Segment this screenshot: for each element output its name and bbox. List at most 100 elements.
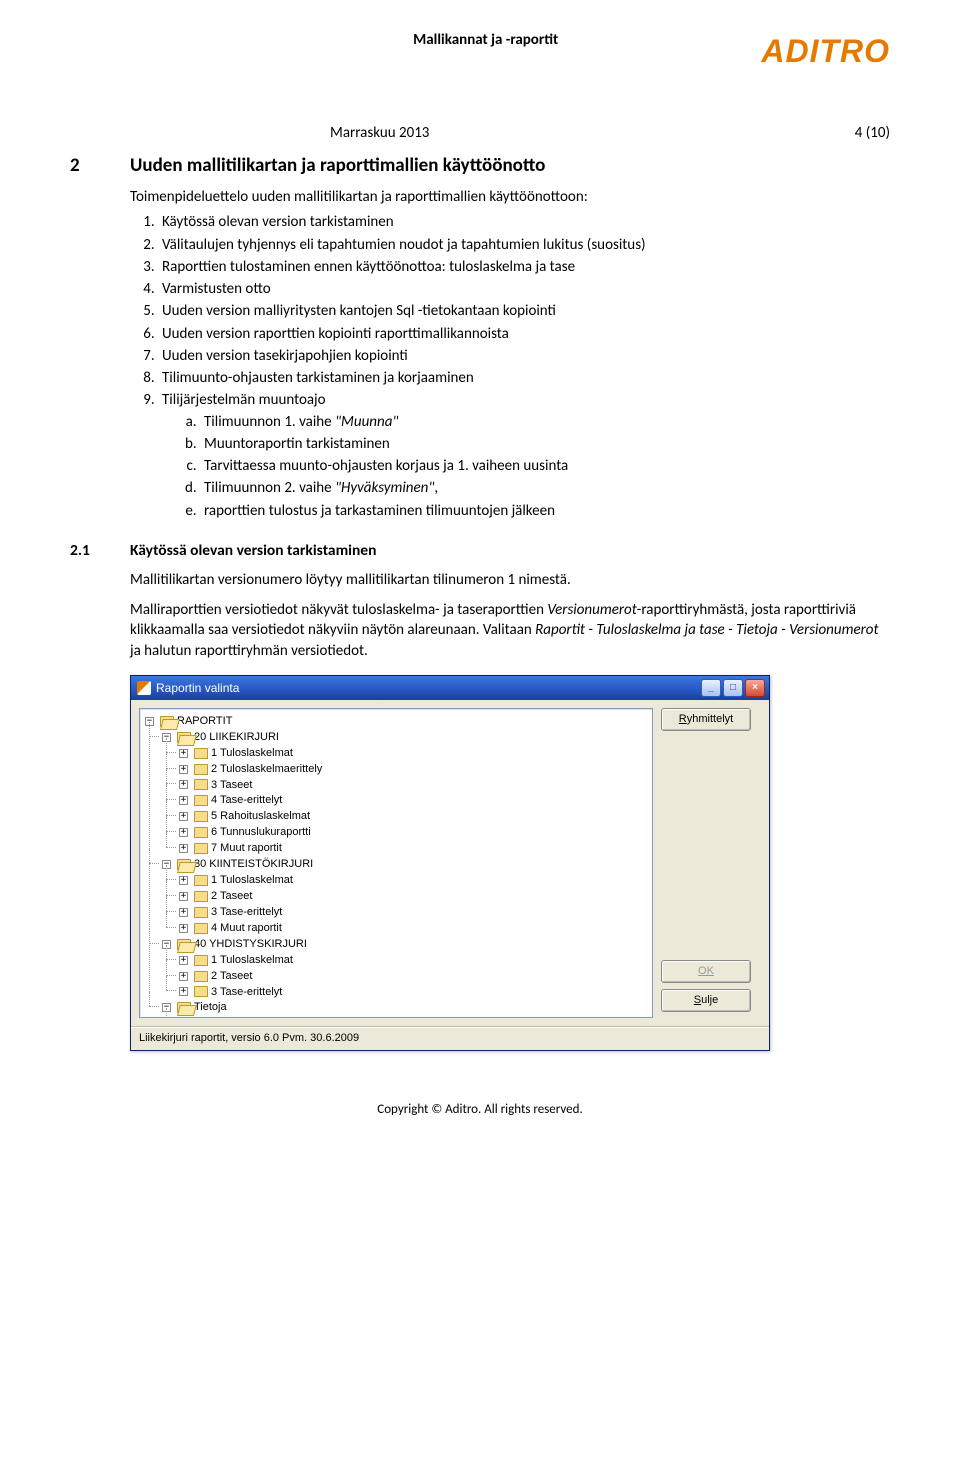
close-button[interactable]: × xyxy=(745,679,765,697)
list-item: Tilimuunto-ohjausten tarkistaminen ja ko… xyxy=(158,367,890,389)
tree-node[interactable]: +7 Muut raportit xyxy=(178,841,284,856)
dialog-statusbar: Liikekirjuri raportit, versio 6.0 Pvm. 3… xyxy=(131,1026,769,1050)
list-item: Varmistusten otto xyxy=(158,278,890,300)
tree-node[interactable]: +2 Taseet xyxy=(178,969,254,984)
tree-node[interactable]: +2 Taseet xyxy=(178,889,254,904)
folder-icon xyxy=(194,907,208,918)
aditro-logo: ADITRO xyxy=(761,30,890,73)
list-item: Tilimuunnon 2. vaihe "Hyväksyminen", xyxy=(200,477,890,499)
maximize-button[interactable]: □ xyxy=(723,679,743,697)
date-page-line: Marraskuu 2013 4 (10) xyxy=(330,123,890,143)
list-item: Tilijärjestelmän muuntoajo Tilimuunnon 1… xyxy=(158,389,890,523)
tree-label: 30 KIINTEISTÖKIRJURI xyxy=(194,857,313,872)
plus-icon[interactable]: + xyxy=(179,956,188,965)
tree-node[interactable]: +4 Tase-erittelyt xyxy=(178,793,284,808)
tree-node[interactable]: +2 Tuloslaskelmaerittely xyxy=(178,762,324,777)
folder-icon xyxy=(194,827,208,838)
folder-icon xyxy=(194,811,208,822)
report-tree: −RAPORTIT −20 LIIKEKIRJURI +1 Tuloslaske… xyxy=(142,713,650,1018)
page-header: Mallikannat ja -raportit ADITRO xyxy=(70,30,890,73)
tree-node[interactable]: +6 Tunnuslukuraportti xyxy=(178,825,313,840)
tree-node[interactable]: +4 Muut raportit xyxy=(178,921,284,936)
tree-node[interactable]: +3 Tase-erittelyt xyxy=(178,905,284,920)
folder-icon xyxy=(194,795,208,806)
tree-label: 4 Tase-erittelyt xyxy=(211,793,282,808)
dialog-title: Raportin valinta xyxy=(156,680,239,696)
tree-label: 3 Tase-erittelyt xyxy=(211,905,282,920)
tree-label: 1 Tuloslaskelmat xyxy=(211,873,293,888)
tree-node[interactable]: +1 Tuloslaskelmat xyxy=(178,953,295,968)
plus-icon[interactable]: + xyxy=(179,749,188,758)
app-icon xyxy=(137,681,151,695)
tree-label: 5 Rahoituslaskelmat xyxy=(211,809,310,824)
folder-icon xyxy=(194,955,208,966)
folder-icon xyxy=(194,923,208,934)
folder-icon xyxy=(194,748,208,759)
folder-open-icon xyxy=(177,859,191,870)
tree-label: 3 Tase-erittelyt xyxy=(211,985,282,1000)
ryhmittelyt-button[interactable]: Ryhmittelyt xyxy=(661,708,751,731)
list-item: Raporttien tulostaminen ennen käyttöönot… xyxy=(158,256,890,278)
report-tree-panel[interactable]: −RAPORTIT −20 LIIKEKIRJURI +1 Tuloslaske… xyxy=(139,708,653,1018)
list-item: Muuntoraportin tarkistaminen xyxy=(200,433,890,455)
folder-icon xyxy=(194,891,208,902)
list-item: Välitaulujen tyhjennys eli tapahtumien n… xyxy=(158,234,890,256)
sulje-button[interactable]: Sulje xyxy=(661,989,751,1012)
document-title: Mallikannat ja -raportit xyxy=(70,30,761,50)
tree-node-tietoja[interactable]: −Tietoja xyxy=(161,1000,229,1015)
section-2-1-number: 2.1 xyxy=(70,541,130,570)
folder-icon xyxy=(194,875,208,886)
plus-icon[interactable]: + xyxy=(179,972,188,981)
tree-label: 2 Taseet xyxy=(211,889,252,904)
plus-icon[interactable]: + xyxy=(179,780,188,789)
tree-label: 20 LIIKEKIRJURI xyxy=(194,730,279,745)
section-2-title: Uuden mallitilikartan ja raporttimallien… xyxy=(130,153,545,179)
section-2-1-p2: Malliraporttien versiotiedot näkyvät tul… xyxy=(130,600,890,661)
tree-node[interactable]: +1 Tuloslaskelmat xyxy=(178,746,295,761)
plus-icon[interactable]: + xyxy=(179,812,188,821)
tree-node[interactable]: +3 Taseet xyxy=(178,778,254,793)
list-item: Tarvittaessa muunto-ohjausten korjaus ja… xyxy=(200,455,890,477)
report-selection-dialog: Raportin valinta _ □ × −RAPORTIT xyxy=(130,675,770,1051)
plus-icon[interactable]: + xyxy=(179,987,188,996)
tree-node[interactable]: +5 Rahoituslaskelmat xyxy=(178,809,312,824)
folder-open-icon xyxy=(177,1002,191,1013)
tree-node-versionumerot[interactable]: −Versionumerot xyxy=(178,1016,284,1017)
procedure-list: Käytössä olevan version tarkistaminen Vä… xyxy=(158,211,890,523)
list-item: raporttien tulostus ja tarkastaminen til… xyxy=(200,500,890,522)
ok-button[interactable]: OK xyxy=(661,960,751,983)
plus-icon[interactable]: + xyxy=(179,828,188,837)
tree-node-root[interactable]: −RAPORTIT xyxy=(144,714,234,729)
folder-icon xyxy=(194,843,208,854)
folder-icon xyxy=(194,986,208,997)
tree-node[interactable]: +1 Tuloslaskelmat xyxy=(178,873,295,888)
page-number: 4 (10) xyxy=(855,123,890,143)
plus-icon[interactable]: + xyxy=(179,908,188,917)
minimize-button[interactable]: _ xyxy=(701,679,721,697)
list-item-label: Tilijärjestelmän muuntoajo xyxy=(162,391,326,409)
tree-label: 40 YHDISTYSKIRJURI xyxy=(194,937,307,952)
list-item: Uuden version malliyritysten kantojen Sq… xyxy=(158,300,890,322)
tree-label: RAPORTIT xyxy=(177,714,232,729)
tree-label: 2 Taseet xyxy=(211,969,252,984)
plus-icon[interactable]: + xyxy=(179,796,188,805)
list-item: Uuden version tasekirjapohjien kopiointi xyxy=(158,345,890,367)
list-item: Tilimuunnon 1. vaihe "Muunna" xyxy=(200,411,890,433)
plus-icon[interactable]: + xyxy=(179,876,188,885)
plus-icon[interactable]: + xyxy=(179,924,188,933)
folder-open-icon xyxy=(177,939,191,950)
tree-node-kiinteistokirjuri[interactable]: −30 KIINTEISTÖKIRJURI xyxy=(161,857,315,872)
plus-icon[interactable]: + xyxy=(179,892,188,901)
plus-icon[interactable]: + xyxy=(179,765,188,774)
plus-icon[interactable]: + xyxy=(179,844,188,853)
folder-open-icon xyxy=(160,716,174,727)
folder-icon xyxy=(194,971,208,982)
tree-node-yhdistyskirjuri[interactable]: −40 YHDISTYSKIRJURI xyxy=(161,937,309,952)
dialog-titlebar[interactable]: Raportin valinta _ □ × xyxy=(131,676,769,700)
folder-open-icon xyxy=(177,732,191,743)
folder-icon xyxy=(194,779,208,790)
tree-node-liikekirjuri[interactable]: −20 LIIKEKIRJURI xyxy=(161,730,281,745)
tree-label: Tietoja xyxy=(194,1000,227,1015)
document-date: Marraskuu 2013 xyxy=(330,123,429,143)
tree-node[interactable]: +3 Tase-erittelyt xyxy=(178,985,284,1000)
